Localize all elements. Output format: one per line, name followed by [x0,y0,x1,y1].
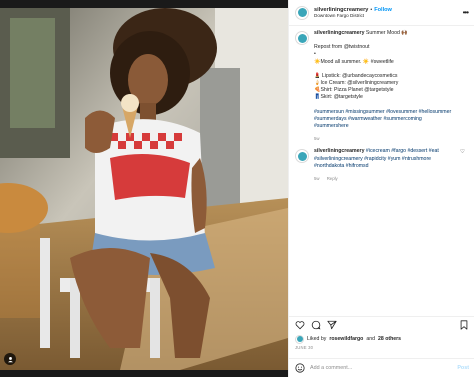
more-horizontal-icon[interactable]: ••• [454,8,469,17]
caption-hashtags[interactable]: #summersun #missingsummer #lovesummer #h… [314,109,468,116]
caption-line: 👖Skirt: @targetstyle [314,94,363,101]
caption-lead: Summer Mood 🙌🏾 [365,30,408,36]
comment-icon[interactable] [311,320,321,330]
save-icon[interactable] [459,319,469,330]
comments-list[interactable]: silverliningcreamery Summer Mood 🙌🏾 Repo… [289,26,474,303]
reply-button[interactable]: Reply [327,176,338,181]
emoji-icon[interactable] [295,363,305,373]
likes-others[interactable]: 28 others [378,336,401,342]
caption-line: • [314,51,316,58]
post-header: silverliningcreamery • Follow Downtown F… [289,0,474,26]
likes-middle: and [366,336,375,342]
caption-hashtags[interactable]: #summerdays #warmweather #summercoming [314,116,468,123]
post-side-panel: silverliningcreamery • Follow Downtown F… [288,0,474,377]
likes-user[interactable]: rosewildfargo [329,336,363,342]
comment-time[interactable]: 5w [314,176,320,181]
add-comment-bar: Post [289,358,474,377]
caption-hashtags[interactable]: #summershere [314,123,468,130]
post-photo[interactable] [0,8,288,370]
comment-input[interactable] [310,365,453,371]
post-location[interactable]: Downtown Fargo District [314,13,454,18]
post-username[interactable]: silverliningcreamery [314,7,368,13]
avatar[interactable] [295,334,304,344]
heart-icon[interactable] [295,320,305,330]
caption-username[interactable]: silverliningcreamery [314,30,364,36]
user-tag-icon[interactable] [4,353,16,365]
action-bar [289,316,474,332]
avatar[interactable] [295,31,309,45]
caption-line: 💄 Lipstick: @urbandecaycosmetics [314,72,398,79]
likes-summary: Liked by rosewildfargo and 28 others [289,334,474,344]
comment-item: silverliningcreamery #icecream #fargo #d… [295,148,468,182]
heart-icon[interactable]: ♡ [460,148,468,182]
post-photo-pane[interactable] [0,0,288,377]
post-date[interactable]: JUNE 30 [295,345,313,350]
caption: silverliningcreamery Summer Mood 🙌🏾 Repo… [295,30,468,142]
avatar[interactable] [295,5,309,20]
follow-button[interactable]: Follow [374,7,392,13]
comment-username[interactable]: silverliningcreamery [314,148,364,154]
caption-line: Repost from @twistnout [314,44,370,51]
separator-dot: • [370,6,373,13]
likes-prefix: Liked by [307,336,327,342]
caption-time[interactable]: 5w [314,136,320,141]
share-icon[interactable] [327,320,337,330]
caption-line: ☀️Mood all summer. ☀️ #sweetlife [314,58,394,65]
post-comment-button[interactable]: Post [457,365,469,371]
avatar[interactable] [295,149,309,164]
